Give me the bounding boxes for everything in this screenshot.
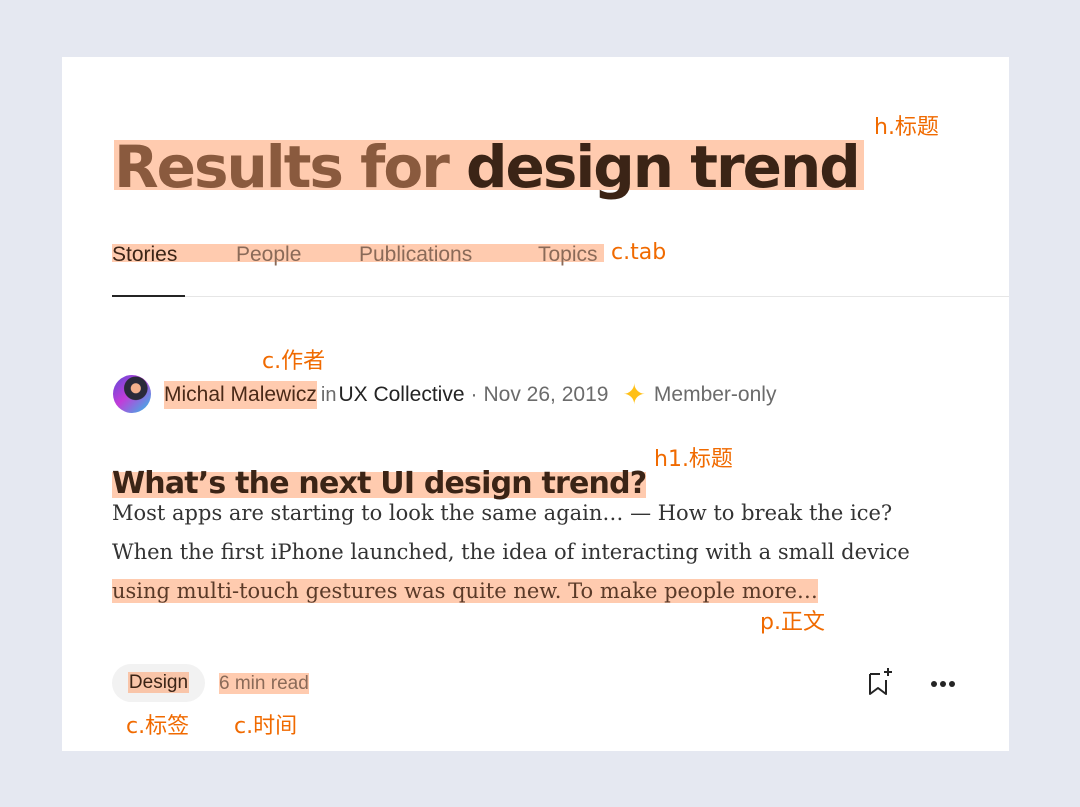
tabs-divider [112, 296, 1009, 297]
member-only-label: Member-only [653, 383, 777, 406]
annotation-tag: c.标签 [126, 714, 190, 739]
author-avatar[interactable] [113, 375, 151, 413]
bookmark-add-icon[interactable] [864, 666, 896, 698]
tag-label: Design [127, 672, 190, 693]
tab-people[interactable]: People [236, 240, 301, 270]
publication-name[interactable]: UX Collective [338, 381, 464, 409]
tab-stories[interactable]: Stories [112, 240, 177, 270]
read-time: 6 min read [219, 672, 309, 696]
annotation-title: h.标题 [874, 115, 939, 140]
sparkle-star-icon: ✦ [622, 379, 646, 410]
meta-separator: · [470, 383, 478, 406]
tab-topics[interactable]: Topics [538, 240, 598, 270]
title-query: design trend [466, 132, 861, 201]
author-name[interactable]: Michal Malewicz [164, 381, 317, 409]
annotation-author: c.作者 [262, 349, 326, 374]
publish-date: Nov 26, 2019 [483, 383, 609, 406]
excerpt-line: Most apps are starting to look the same … [112, 501, 893, 525]
search-results-card: Results for design trend Stories People … [62, 57, 1009, 751]
excerpt-line-highlighted: using multi-touch gestures was quite new… [112, 579, 818, 603]
article-meta: Michal Malewicz inUX Collective · Nov 26, 2… [164, 381, 776, 409]
annotation-body: p.正文 [760, 610, 825, 635]
read-time-label: 6 min read [219, 673, 309, 694]
page-title: Results for design trend [114, 136, 864, 198]
tab-publications[interactable]: Publications [359, 240, 472, 270]
article-excerpt[interactable]: Most apps are starting to look the same … [112, 494, 972, 611]
excerpt-line: When the first iPhone launched, the idea… [112, 540, 910, 564]
annotation-h1: h1.标题 [654, 447, 733, 472]
excerpt-line-last: using multi-touch gestures was quite new… [112, 572, 972, 611]
title-prefix: Results for [114, 132, 450, 201]
tabs-highlight [112, 244, 604, 262]
topic-tag[interactable]: Design [112, 664, 205, 702]
in-label: in [320, 384, 337, 406]
more-options-icon[interactable] [928, 669, 958, 699]
annotation-tab: c.tab [611, 240, 667, 265]
annotation-time: c.时间 [234, 714, 298, 739]
active-tab-indicator [112, 295, 185, 297]
